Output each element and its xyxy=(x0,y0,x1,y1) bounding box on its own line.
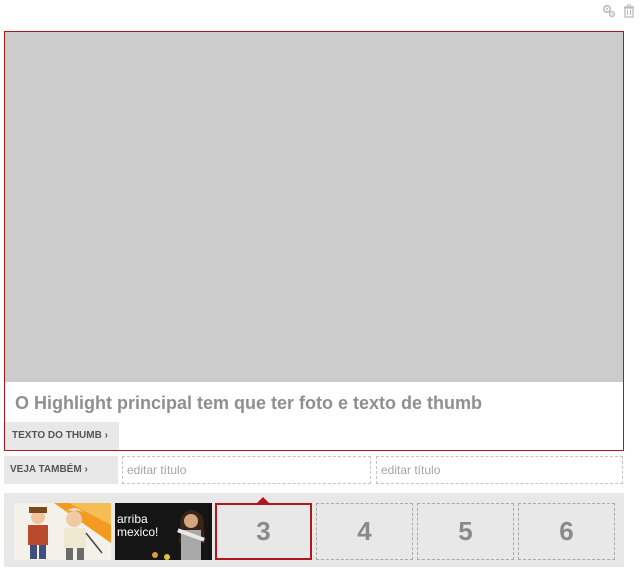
carousel-slot-3[interactable]: 3 xyxy=(215,503,312,560)
veja-tambem-label: VEJA TAMBÉM › xyxy=(4,456,118,484)
carousel-slot-6[interactable]: 6 xyxy=(518,503,615,560)
related-title-input-1[interactable] xyxy=(122,456,371,484)
settings-icon[interactable] xyxy=(602,4,616,18)
cartoon-characters-thumbnail[interactable] xyxy=(14,503,111,560)
trash-icon[interactable] xyxy=(622,4,636,18)
thumb-caption-1: arriba xyxy=(117,512,148,526)
highlight-image-placeholder[interactable] xyxy=(5,32,623,382)
related-title-input-2[interactable] xyxy=(376,456,623,484)
thumb-caption-2: mexico! xyxy=(117,525,158,539)
thumb-carousel: arriba mexico! 3 4 5 6 xyxy=(4,493,624,567)
carousel-slot-5[interactable]: 5 xyxy=(417,503,514,560)
top-toolbar xyxy=(602,4,636,18)
thumb-text-button[interactable]: TEXTO DO THUMB › xyxy=(5,422,119,450)
miss-universe-thumbnail[interactable]: arriba mexico! xyxy=(115,503,212,560)
highlight-title[interactable]: O Highlight principal tem que ter foto e… xyxy=(15,393,482,414)
carousel-slot-4[interactable]: 4 xyxy=(316,503,413,560)
main-highlight: O Highlight principal tem que ter foto e… xyxy=(4,31,624,451)
